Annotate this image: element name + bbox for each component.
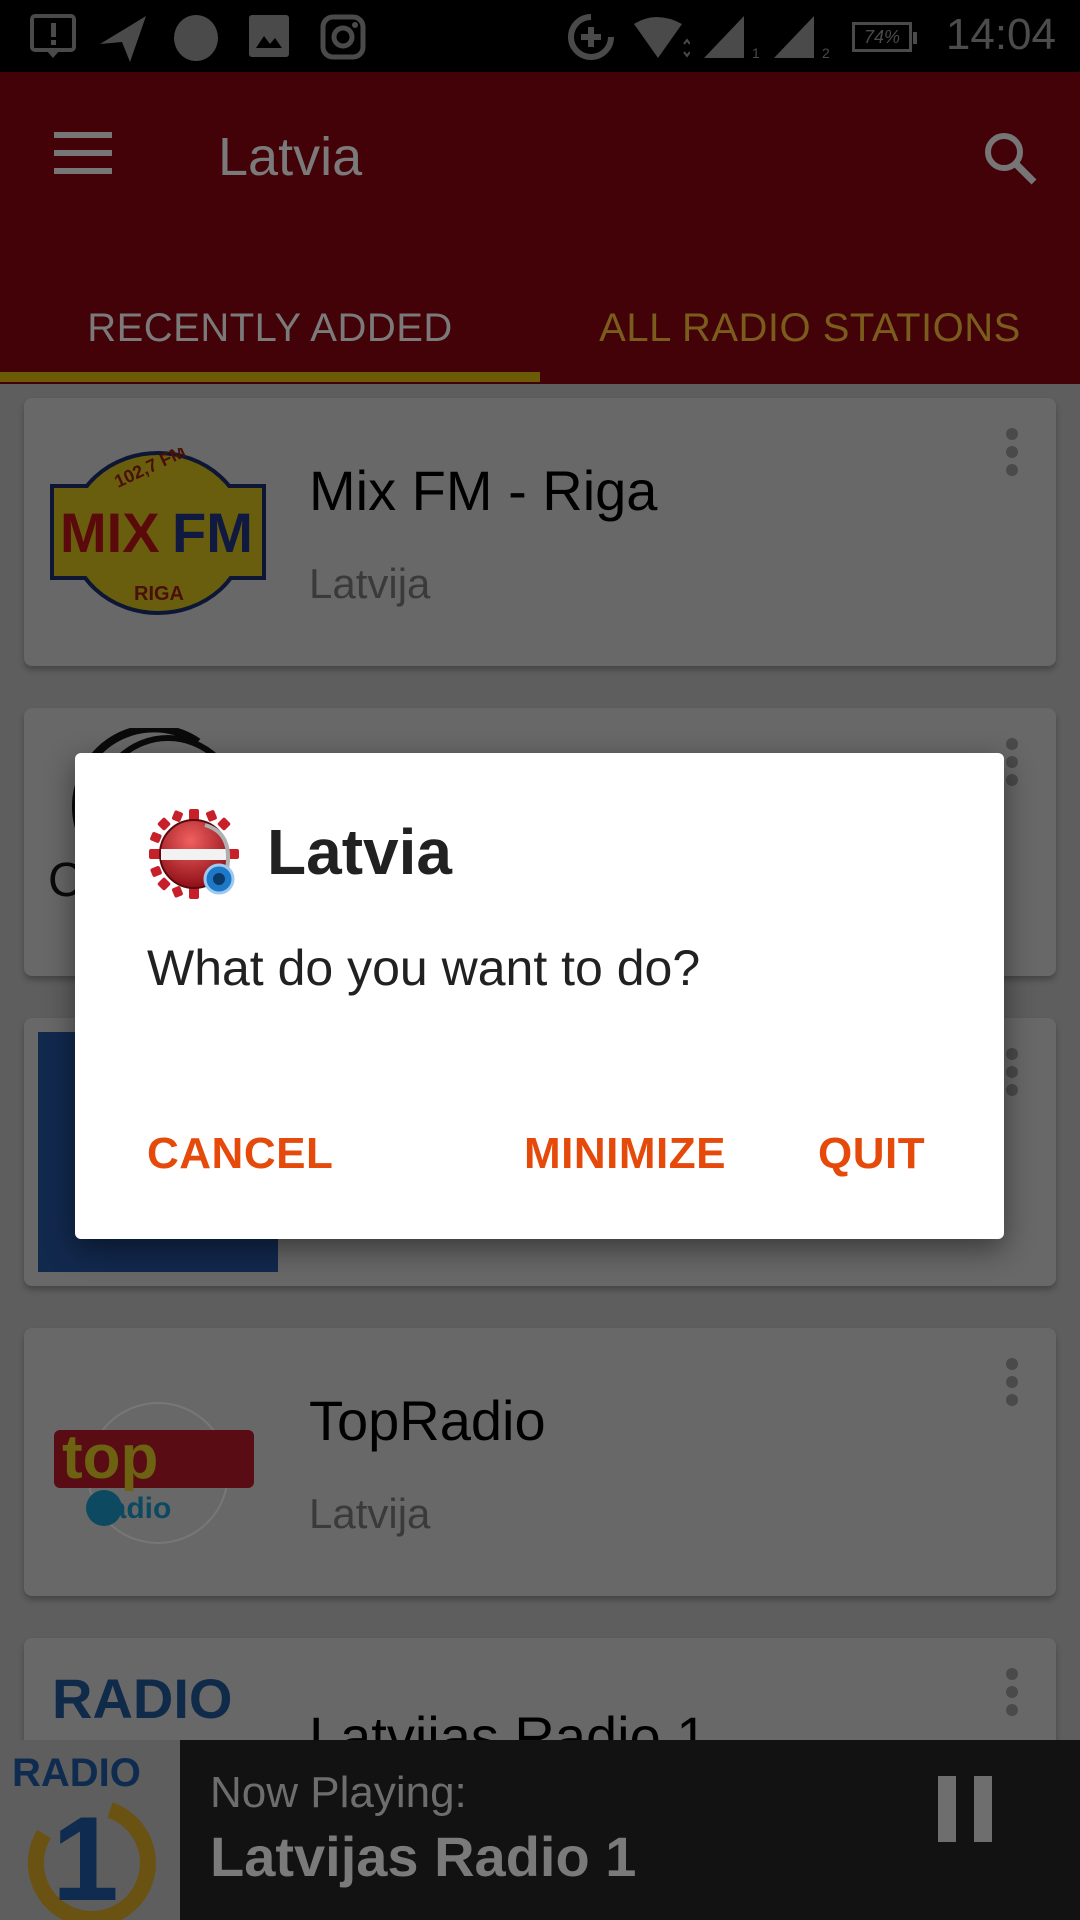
station-card[interactable]: 102,7 FM MIX FM RIGA Mix FM - Riga Latvi… — [24, 398, 1056, 666]
now-playing-label: Now Playing: — [210, 1768, 467, 1817]
more-options-icon[interactable] — [1004, 1048, 1020, 1100]
svg-text:RADIO: RADIO — [12, 1751, 141, 1795]
search-icon[interactable] — [980, 128, 1040, 188]
svg-text:Radio: Radio — [88, 1492, 171, 1525]
active-tab-indicator — [0, 372, 540, 382]
page-title: Latvia — [218, 127, 363, 187]
circle-icon — [174, 15, 218, 61]
radio1-logo: RADIO — [52, 1667, 232, 1730]
pause-icon[interactable] — [938, 1776, 994, 1842]
svg-text:1: 1 — [752, 45, 760, 60]
image-icon — [249, 15, 289, 57]
instagram-icon — [320, 14, 366, 60]
signal-sim2-icon: 2 — [774, 16, 830, 60]
hamburger-menu-icon[interactable] — [54, 132, 112, 174]
station-card[interactable]: RADIO Latvijas Radio 1 — [24, 1638, 1056, 1740]
minimize-button[interactable]: MINIMIZE — [524, 1129, 726, 1179]
more-options-icon[interactable] — [1004, 428, 1020, 480]
exit-dialog: Latvia What do you want to do? CANCEL MI… — [75, 753, 1004, 1239]
navigation-icon — [100, 16, 146, 62]
svg-text:RIGA: RIGA — [134, 583, 184, 605]
station-name: TopRadio — [309, 1389, 546, 1452]
latvia-radio-app-icon — [149, 809, 239, 899]
station-country: Latvija — [309, 1490, 431, 1537]
tab-all-radio-stations[interactable]: ALL RADIO STATIONS — [540, 272, 1080, 384]
status-bar: 1 2 74% 14:04 — [0, 0, 1080, 72]
mix-fm-logo: 102,7 FM MIX FM RIGA — [50, 448, 266, 615]
battery-indicator: 74% — [852, 22, 917, 52]
radio1-logo: RADIO 1 — [0, 1740, 180, 1920]
more-options-icon[interactable] — [1004, 738, 1020, 790]
svg-text:2: 2 — [822, 45, 830, 60]
alert-icon — [30, 14, 76, 58]
more-options-icon[interactable] — [1004, 1668, 1020, 1720]
clock: 14:04 — [945, 10, 1056, 59]
svg-text:FM: FM — [172, 501, 253, 564]
station-name: Latvijas Radio 1 — [309, 1705, 708, 1740]
svg-text:RADIO: RADIO — [52, 1667, 232, 1730]
svg-text:top: top — [62, 1423, 158, 1492]
tab-recently-added[interactable]: RECENTLY ADDED — [0, 272, 540, 384]
data-saver-icon — [568, 14, 614, 60]
station-name: Mix FM - Riga — [309, 459, 658, 522]
top-radio-logo: top Radio — [54, 1402, 254, 1544]
dialog-title: Latvia — [267, 816, 452, 888]
more-options-icon[interactable] — [1004, 1358, 1020, 1410]
dialog-message: What do you want to do? — [147, 940, 701, 996]
wifi-icon — [634, 17, 690, 58]
app-bar: Latvia RECENTLY ADDED ALL RADIO STATIONS — [0, 72, 1080, 384]
station-card[interactable]: top Radio TopRadio Latvija — [24, 1328, 1056, 1596]
now-playing-bar[interactable]: RADIO 1 Now Playing: Latvijas Radio 1 — [0, 1740, 1080, 1920]
quit-button[interactable]: QUIT — [818, 1129, 925, 1179]
signal-sim1-icon: 1 — [704, 16, 760, 60]
cancel-button[interactable]: CANCEL — [147, 1129, 333, 1179]
screen: 1 2 74% 14:04 Latvia RECENTLY ADDED ALL … — [0, 0, 1080, 1920]
now-playing-station: Latvijas Radio 1 — [210, 1825, 637, 1888]
svg-text:1: 1 — [52, 1792, 119, 1920]
tab-bar: RECENTLY ADDED ALL RADIO STATIONS — [0, 272, 1080, 384]
station-country: Latvija — [309, 560, 431, 607]
svg-text:MIX: MIX — [60, 501, 160, 564]
